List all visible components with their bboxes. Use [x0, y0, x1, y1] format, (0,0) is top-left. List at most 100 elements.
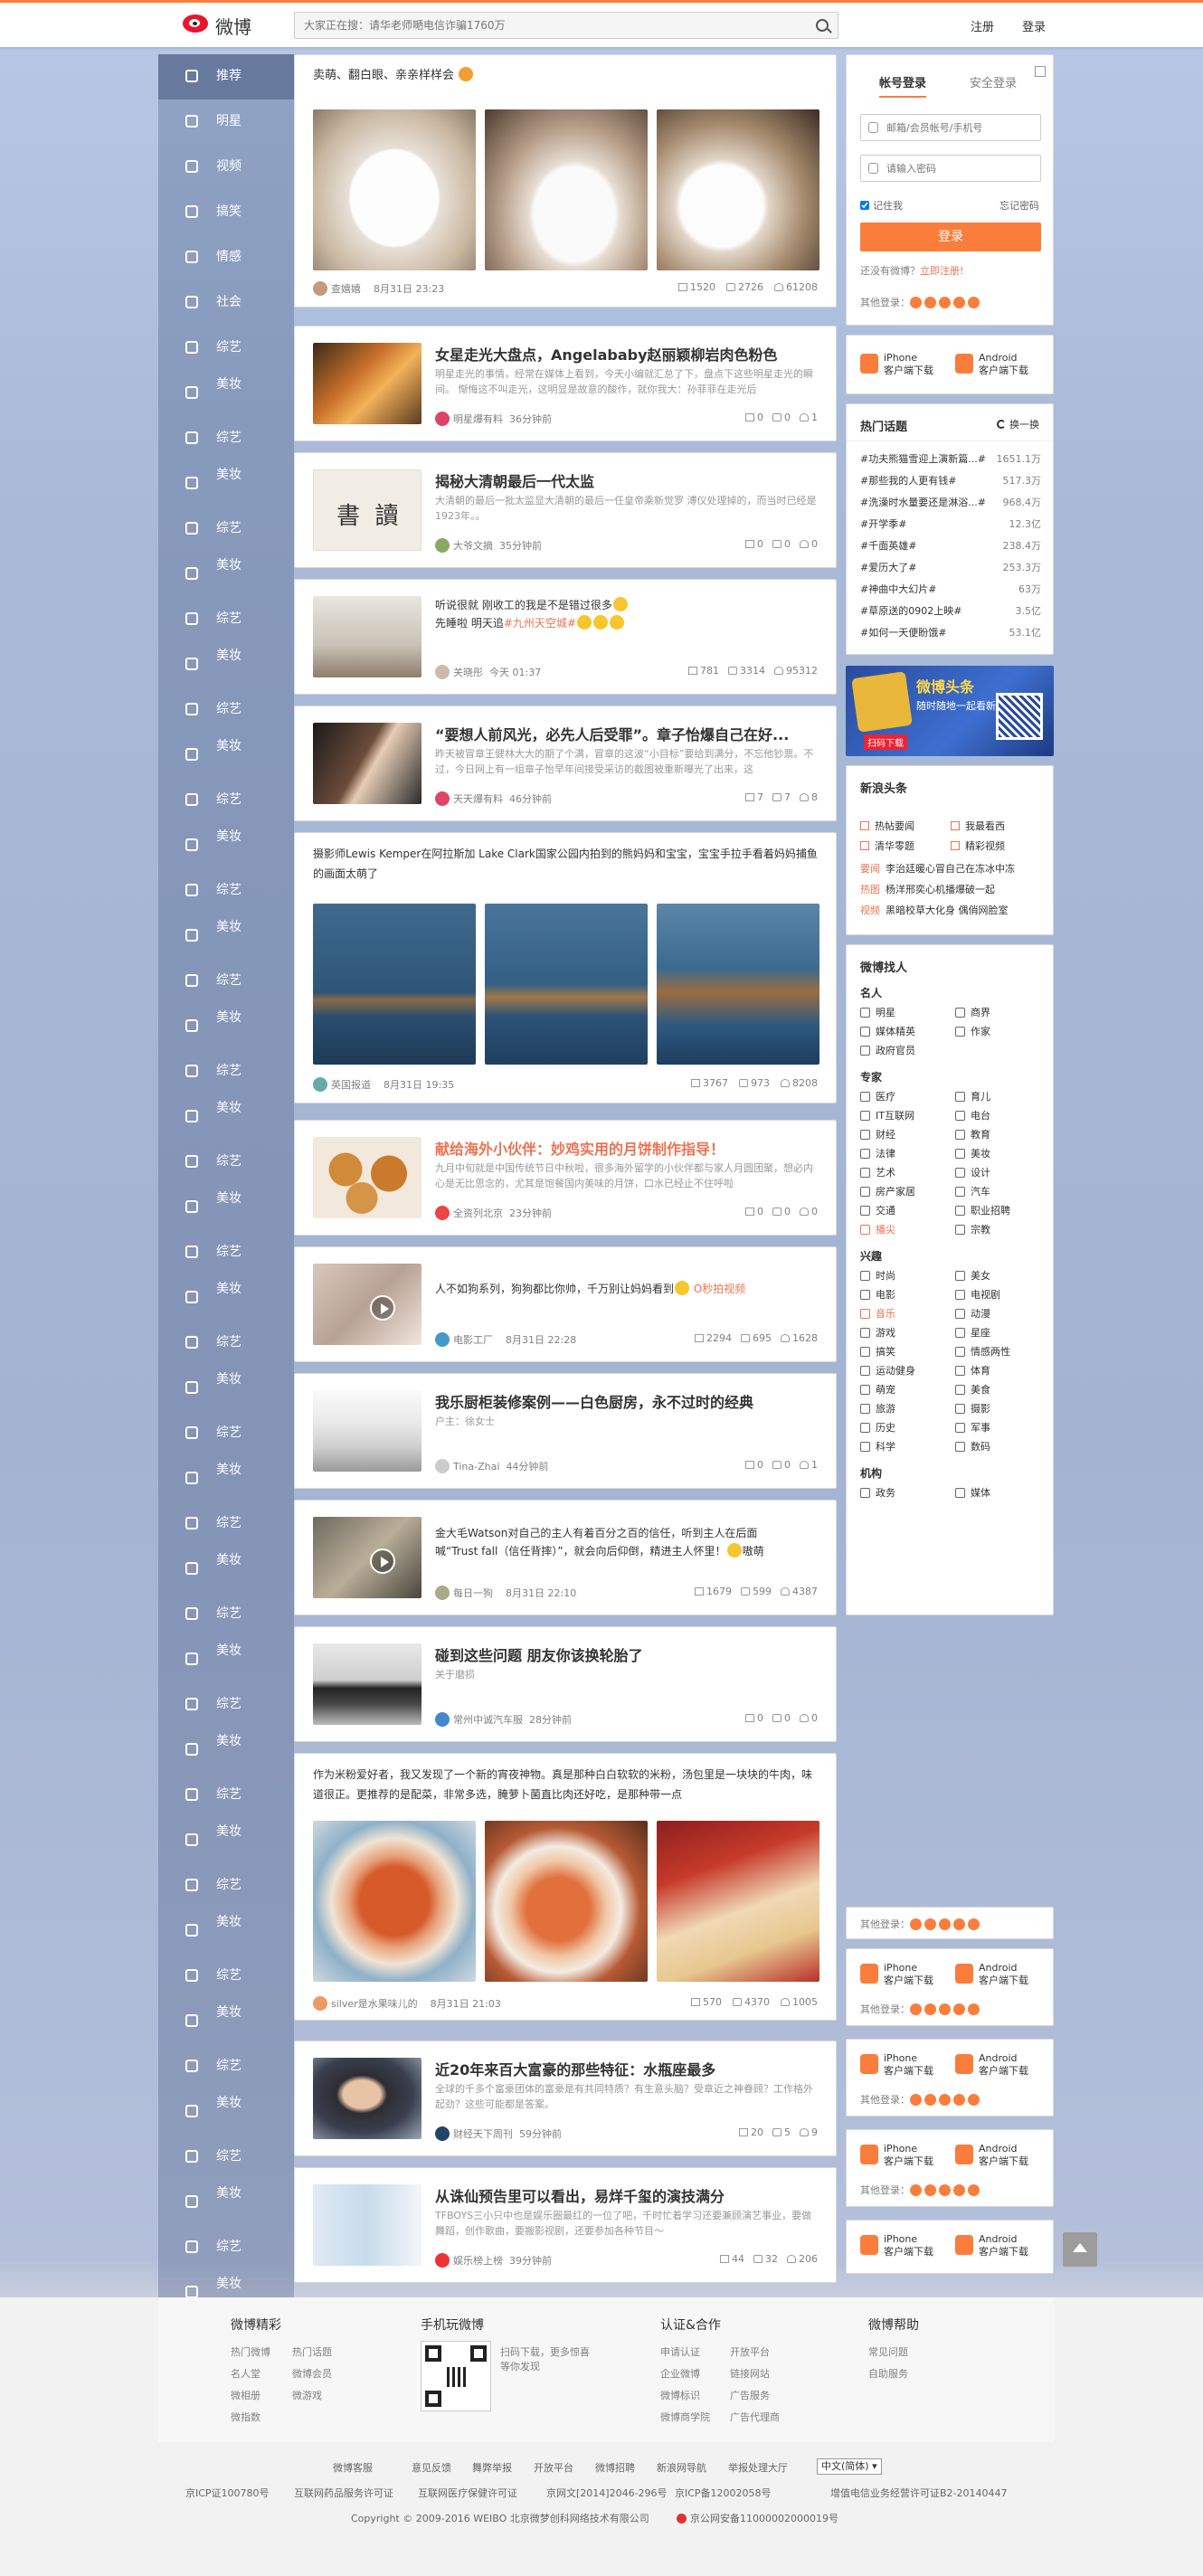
finder-category[interactable]: 政府官员	[860, 1043, 915, 1057]
post-thumbnail[interactable]	[313, 723, 422, 804]
post-thumbnail[interactable]	[313, 2184, 422, 2266]
post-thumbnail[interactable]: 書 讀	[313, 469, 422, 551]
finder-category[interactable]: 媒体精英	[860, 1024, 915, 1038]
qrcode-switch-icon[interactable]	[1035, 66, 1046, 77]
tab-account-login[interactable]: 帐号登录	[879, 73, 927, 98]
comment-count[interactable]: 3314	[728, 665, 765, 677]
repost-count[interactable]: 781	[688, 665, 719, 677]
hot-topic-row[interactable]: #那些我的人更有钱# 517.3万	[860, 473, 1041, 488]
android-download[interactable]: Android 客户端下载	[955, 2233, 1046, 2260]
nav-item[interactable]: 美妆	[158, 914, 294, 959]
nav-item[interactable]: 综艺	[158, 1954, 294, 1999]
comment-count[interactable]: 599	[741, 1586, 772, 1597]
footer-link[interactable]: 链接网站	[730, 2366, 770, 2381]
iphone-download[interactable]: iPhone 客户端下载	[860, 2233, 951, 2260]
feed-card[interactable]: 卖萌、翻白眼、亲亲样样会 查嬉嬉 8月31日 23:23 1520 2726 612…	[294, 54, 837, 308]
finder-category[interactable]: 游戏	[860, 1325, 895, 1340]
finder-category[interactable]: 明星	[860, 1005, 895, 1019]
feed-card[interactable]: 碰到这些问题 朋友你该换轮胎了 关于磨损 常州中诚汽车服 28分钟前 000	[294, 1626, 837, 1742]
nav-item[interactable]: 美妆	[158, 371, 294, 416]
finder-category[interactable]: 财经	[860, 1127, 895, 1141]
finder-category[interactable]: 法律	[860, 1146, 895, 1160]
finder-category[interactable]: 摄影	[955, 1401, 990, 1416]
feed-card[interactable]: 献给海外小伙伴：妙鸡实用的月饼制作指导！ 九月中旬就是中国传统节日中秋啦，很多海…	[294, 1120, 837, 1236]
nav-item[interactable]: 美妆	[158, 2089, 294, 2135]
footer-license[interactable]: 互联网药品服务许可证	[294, 2486, 393, 2500]
footer-license[interactable]: 京ICP证100780号	[185, 2486, 270, 2500]
login-button[interactable]: 登录	[860, 223, 1041, 251]
news-link[interactable]: 我最看西	[951, 819, 1005, 833]
finder-category[interactable]: 电影	[860, 1287, 895, 1302]
hot-topic-row[interactable]: #爱历大了# 253.3万	[860, 560, 1041, 574]
nav-item[interactable]: 推荐	[158, 54, 294, 99]
feed-card[interactable]: “要想人前风光，必先人后受罪”。章子怡爆自己在好... 昨天被冒章王健林大大的期…	[294, 706, 837, 821]
nav-item[interactable]: 综艺	[158, 868, 294, 914]
like-count[interactable]: 8208	[781, 1077, 818, 1089]
comment-count[interactable]: 32	[753, 2253, 778, 2265]
tab-secure-login[interactable]: 安全登录	[970, 73, 1017, 90]
nav-item[interactable]: 综艺	[158, 1501, 294, 1547]
author-name[interactable]: 电影工厂	[453, 1334, 493, 1346]
login-link[interactable]: 登录	[1022, 17, 1046, 34]
nav-item[interactable]: 美妆	[158, 552, 294, 597]
like-count[interactable]: 61208	[774, 281, 818, 293]
post-video-thumbnail[interactable]	[313, 1517, 422, 1598]
post-image-noodle-2[interactable]	[485, 1821, 648, 1982]
finder-category[interactable]: 数码	[955, 1439, 990, 1454]
footer-license[interactable]: 增值电信业务经营许可证B2-20140447	[830, 2486, 1008, 2500]
author-name[interactable]: 大爷文摘	[453, 540, 493, 552]
footer-link[interactable]: 微博会员	[292, 2366, 332, 2381]
repost-count[interactable]: 570	[691, 1996, 722, 2008]
author-name[interactable]: 财经天下周刊	[453, 2128, 513, 2140]
finder-category[interactable]: 科学	[860, 1439, 895, 1454]
post-title[interactable]: 近20年来百大富豪的那些特征：水瓶座最多	[435, 2058, 818, 2079]
finder-category[interactable]: 艺术	[860, 1165, 895, 1179]
nav-item[interactable]: 搞笑	[158, 190, 294, 235]
play-icon[interactable]	[370, 1548, 395, 1574]
finder-category[interactable]: 作家	[955, 1024, 990, 1038]
finder-category[interactable]: 汽车	[955, 1184, 990, 1198]
like-count[interactable]: 206	[787, 2253, 818, 2265]
nav-item[interactable]: 综艺	[158, 687, 294, 733]
footer-link[interactable]: 热门话题	[292, 2344, 332, 2359]
author-name[interactable]: silver是水果味儿的	[331, 1998, 418, 2010]
nav-item[interactable]: 综艺	[158, 1230, 294, 1275]
finder-category[interactable]: 电台	[955, 1108, 990, 1122]
author-name[interactable]: 明星爆有料	[453, 413, 503, 425]
android-download[interactable]: Android 客户端下载	[955, 2143, 1046, 2170]
remember-checkbox[interactable]	[860, 201, 869, 210]
feed-card[interactable]: 从诛仙预告里可以看出，易烊千玺的演技满分 TFBOYS三小只中也是娱乐圈最红的一…	[294, 2167, 837, 2283]
finder-category[interactable]: IT互联网	[860, 1108, 914, 1122]
back-to-top-button[interactable]	[1063, 2232, 1097, 2267]
footer-link[interactable]: 微相册	[231, 2388, 260, 2402]
finder-category[interactable]: 搞笑	[860, 1344, 895, 1359]
iphone-download[interactable]: iPhone 客户端下载	[860, 352, 951, 379]
footer-nav-link[interactable]: 新浪网导航	[657, 2460, 706, 2475]
hot-topic-row[interactable]: #草原送的0902上映# 3.5亿	[860, 603, 1041, 618]
feed-card[interactable]: 人不如狗系列，狗狗都比你帅，千万别让妈妈看到 O秒拍视频 电影工厂 8月31日 …	[294, 1246, 837, 1362]
finder-category[interactable]: 军事	[955, 1420, 990, 1435]
nav-item[interactable]: 综艺	[158, 1049, 294, 1094]
footer-license[interactable]: 京网文[2014]2046-296号	[546, 2486, 668, 2500]
news-headline[interactable]: 热图 杨洋邢奕心机播爆破一起	[860, 882, 995, 896]
footer-link[interactable]: 申请认证	[660, 2344, 700, 2359]
remember-me[interactable]: 记住我	[860, 198, 903, 213]
comment-count[interactable]: 973	[739, 1077, 770, 1089]
nav-item[interactable]: 综艺	[158, 597, 294, 642]
repost-count[interactable]: 1679	[695, 1586, 732, 1597]
author-name[interactable]: 娱乐榜上榜	[453, 2255, 503, 2267]
footer-link[interactable]: 广告服务	[730, 2388, 770, 2402]
nav-item[interactable]: 美妆	[158, 1275, 294, 1321]
nav-item[interactable]: 美妆	[158, 1637, 294, 1682]
finder-category[interactable]: 交通	[860, 1203, 895, 1217]
author-name[interactable]: 天天爆有料	[453, 793, 503, 805]
finder-category[interactable]: 医疗	[860, 1089, 895, 1103]
repost-count[interactable]: 0	[745, 1206, 763, 1217]
finder-category[interactable]: 房产家居	[860, 1184, 915, 1198]
footer-link[interactable]: 常见问题	[868, 2344, 908, 2359]
post-title[interactable]: 女星走光大盘点，Angelababy赵丽颖柳岩肉色粉色	[435, 343, 818, 365]
nav-item[interactable]: 综艺	[158, 416, 294, 461]
feed-card[interactable]: 近20年来百大富豪的那些特征：水瓶座最多 全球的千多个富豪团体的富豪是有共同特质…	[294, 2041, 837, 2156]
footer-nav-link[interactable]: 微博客服	[333, 2460, 373, 2475]
play-icon[interactable]	[370, 1295, 395, 1321]
